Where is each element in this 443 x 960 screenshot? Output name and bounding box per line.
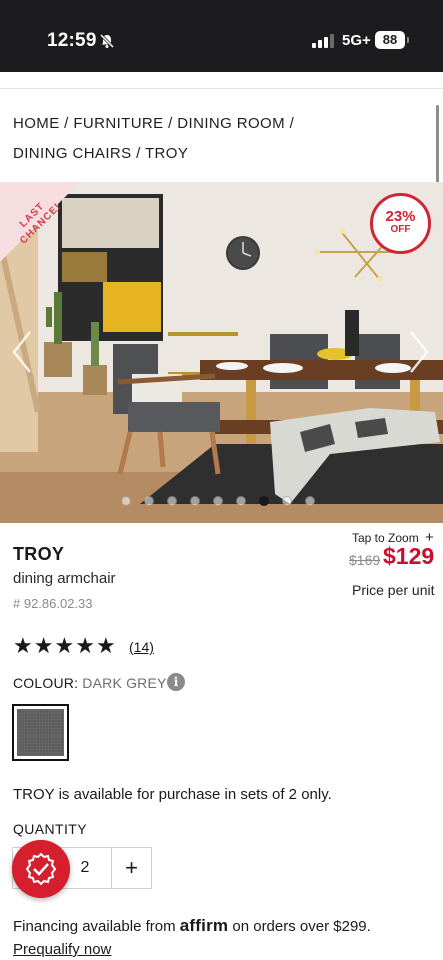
quantity-increase-button[interactable]: + (111, 848, 151, 888)
carousel-dot[interactable] (213, 496, 223, 506)
breadcrumb-dining-chairs[interactable]: DINING CHAIRS (13, 145, 132, 162)
product-description: dining armchair (13, 570, 116, 587)
swatch-fabric (17, 709, 64, 756)
financing-text: Financing available from affirm on order… (13, 916, 371, 936)
breadcrumb-home[interactable]: HOME (13, 115, 60, 132)
reviews-count-link[interactable]: (14) (129, 639, 154, 655)
colour-row: COLOUR: DARK GREY (13, 675, 167, 691)
badge-check-icon[interactable] (12, 840, 70, 898)
discount-off-label: OFF (390, 224, 411, 235)
star-icon: ★ (13, 633, 33, 658)
star-icon: ★ (75, 633, 95, 658)
original-price: $169 (349, 552, 381, 568)
network-type: 5G+ (342, 32, 371, 49)
breadcrumb-troy: TROY (144, 145, 189, 162)
star-icon: ★ (54, 633, 75, 658)
breadcrumb-separator: / (131, 145, 145, 162)
breadcrumb-separator: / (59, 115, 74, 132)
colour-value: DARK GREY (82, 675, 167, 691)
carousel-dot[interactable] (121, 496, 131, 506)
price-per-unit-label: Price per unit (352, 582, 435, 598)
star-icon: ★ (95, 633, 116, 658)
financing-after: on orders over $299. (228, 918, 371, 935)
header-divider (0, 88, 443, 89)
carousel-next-arrow-icon[interactable] (407, 328, 431, 376)
colour-label: COLOUR: (13, 675, 79, 691)
breadcrumb-separator: / (163, 115, 178, 132)
bell-off-icon (99, 33, 115, 49)
signal-icon (312, 34, 334, 48)
battery-level: 88 (375, 31, 405, 49)
carousel-dot[interactable] (144, 496, 154, 506)
carousel-dot[interactable] (167, 496, 177, 506)
carousel-dot[interactable] (305, 496, 315, 506)
carousel-dot[interactable] (282, 496, 292, 506)
carousel-prev-arrow-icon[interactable] (10, 328, 34, 376)
discount-percent: 23% (385, 208, 416, 225)
carousel-dot[interactable] (190, 496, 200, 506)
affirm-logo: affirm (179, 916, 229, 935)
carousel-dot[interactable] (259, 496, 269, 506)
carousel-dot[interactable] (236, 496, 246, 506)
breadcrumb-dining-room[interactable]: DINING ROOM (177, 115, 285, 132)
quantity-label: QUANTITY (13, 821, 87, 837)
info-icon[interactable]: i (167, 673, 185, 691)
status-time: 12:59 (47, 30, 97, 51)
status-bar: 12:59 5G+ 88 (0, 0, 443, 72)
sets-note: TROY is available for purchase in sets o… (13, 786, 332, 803)
prequalify-link[interactable]: Prequalify now (13, 941, 111, 958)
product-name: TROY (13, 544, 65, 564)
sale-price: $129 (383, 543, 435, 569)
star-icon: ★ (33, 633, 54, 658)
breadcrumb: HOME / FURNITURE / DINING ROOM / DINING … (13, 109, 413, 169)
breadcrumb-furniture[interactable]: FURNITURE (73, 115, 163, 132)
star-rating[interactable]: ★★★★★ (13, 635, 117, 657)
discount-badge: 23% OFF (370, 193, 431, 254)
breadcrumb-separator: / (285, 115, 295, 132)
colour-swatch-dark-grey[interactable] (12, 704, 69, 761)
financing-before: Financing available from (13, 918, 180, 935)
product-sku: # 92.86.02.33 (13, 596, 93, 611)
battery-tip (407, 37, 409, 43)
